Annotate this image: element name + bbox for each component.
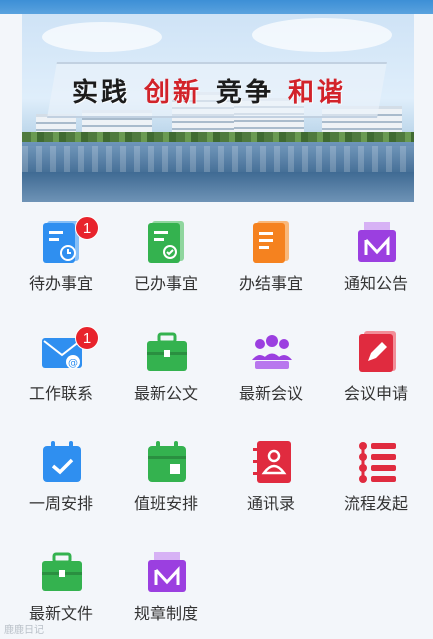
menu-item-work-contact[interactable]: @ 1 工作联系	[11, 326, 111, 418]
menu-item-label: 会议申请	[343, 386, 408, 403]
menu-item-weekly-schedule[interactable]: 一周安排	[11, 438, 111, 528]
menu-item-label: 最新公文	[133, 386, 198, 403]
meeting-group-icon	[252, 335, 292, 369]
menu-item-label: 待办事宜	[28, 276, 93, 293]
lake-reflection	[22, 146, 414, 172]
menu-item-label: 一周安排	[28, 496, 93, 513]
edit-apply-icon	[359, 331, 396, 372]
banner-slogan: 实践 创新 竞争 和谐	[72, 72, 372, 109]
banner-image[interactable]: 实践 创新 竞争 和谐	[22, 14, 414, 202]
done-check-doc-icon	[148, 221, 184, 263]
briefcase-icon	[147, 332, 187, 371]
notice-mail-icon	[358, 222, 396, 262]
menu-item-label: 通讯录	[246, 496, 295, 513]
svg-text:@: @	[68, 358, 78, 369]
duty-calendar-icon	[148, 441, 186, 482]
status-bar	[0, 0, 433, 14]
menu-item-pending[interactable]: 1 待办事宜	[11, 216, 111, 308]
menu-item-label: 办结事宜	[238, 276, 303, 293]
briefcase-icon	[42, 552, 82, 591]
slogan-word: 和谐	[288, 78, 347, 108]
menu-item-closed[interactable]: 办结事宜	[221, 218, 321, 308]
cloud	[252, 18, 392, 52]
menu-item-label: 已办事宜	[133, 276, 198, 293]
menu-item-duty-schedule[interactable]: 值班安排	[116, 438, 216, 528]
contacts-book-icon	[253, 441, 291, 483]
menu-item-label: 最新会议	[238, 386, 303, 403]
unread-badge: 1	[75, 216, 99, 240]
slogan-word: 实践	[72, 78, 131, 108]
rules-mail-icon	[148, 552, 186, 592]
calendar-check-icon	[43, 441, 81, 482]
watermark: 鹿鹿日记	[4, 625, 44, 636]
process-list-icon	[359, 442, 396, 483]
menu-item-label: 值班安排	[133, 496, 198, 513]
cloud	[42, 22, 162, 52]
tree-line	[22, 132, 414, 142]
menu-item-done[interactable]: 已办事宜	[116, 218, 216, 308]
menu-item-label: 通知公告	[343, 276, 408, 293]
menu-item-latest-docs[interactable]: 最新公文	[116, 328, 216, 418]
menu-item-contacts[interactable]: 通讯录	[221, 438, 321, 528]
slogan-word: 创新	[144, 78, 203, 108]
unread-badge: 1	[75, 326, 99, 350]
menu-item-label: 工作联系	[28, 386, 93, 403]
menu-item-meeting-apply[interactable]: 会议申请	[326, 328, 426, 418]
menu-item-label: 规章制度	[133, 606, 198, 623]
menu-item-regulations[interactable]: 规章制度	[116, 548, 216, 638]
closed-doc-icon	[253, 221, 289, 263]
menu-item-label: 流程发起	[343, 496, 408, 513]
menu-item-latest-meetings[interactable]: 最新会议	[221, 328, 321, 418]
menu-item-process-start[interactable]: 流程发起	[326, 438, 426, 528]
menu-item-notice[interactable]: 通知公告	[326, 218, 426, 308]
slogan-word: 竞争	[216, 78, 275, 108]
